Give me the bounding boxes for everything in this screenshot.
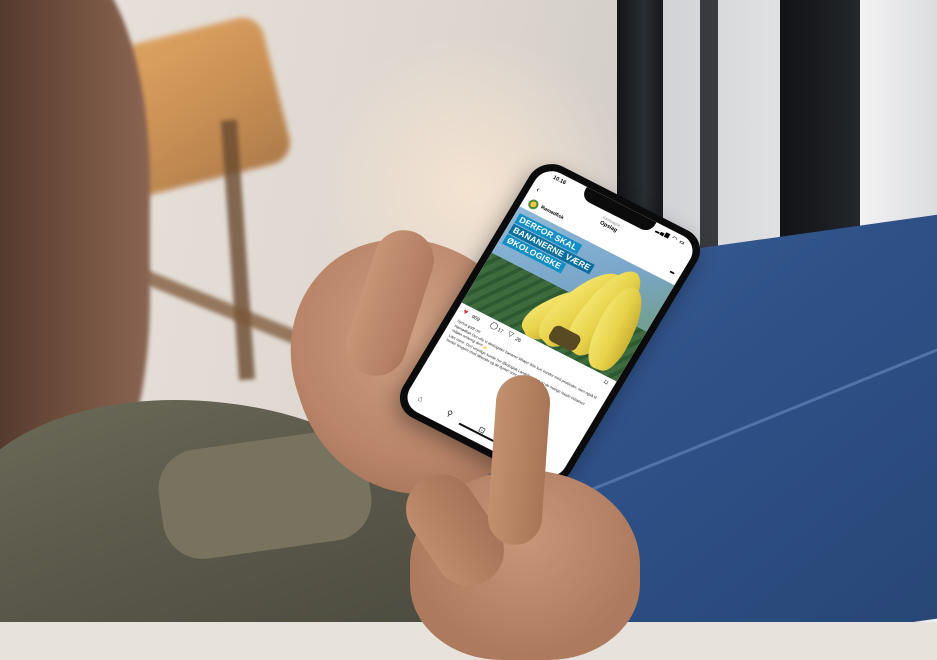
avatar[interactable] (526, 197, 541, 211)
wooden-chair-rail (133, 266, 307, 348)
search-icon[interactable]: ⚲ (445, 408, 455, 418)
status-time: 10.16 (551, 174, 567, 187)
bookmark-icon[interactable]: ⌑ (602, 379, 609, 388)
home-icon[interactable]: ⌂ (416, 394, 425, 404)
share-count: 26 (513, 336, 522, 345)
share-icon[interactable]: ▽ (506, 331, 514, 340)
like-count: 909 (470, 314, 481, 324)
heart-icon[interactable]: ♥ (461, 307, 470, 317)
more-dots-icon[interactable]: ••• (667, 269, 674, 277)
comment-count: 17 (496, 327, 505, 335)
